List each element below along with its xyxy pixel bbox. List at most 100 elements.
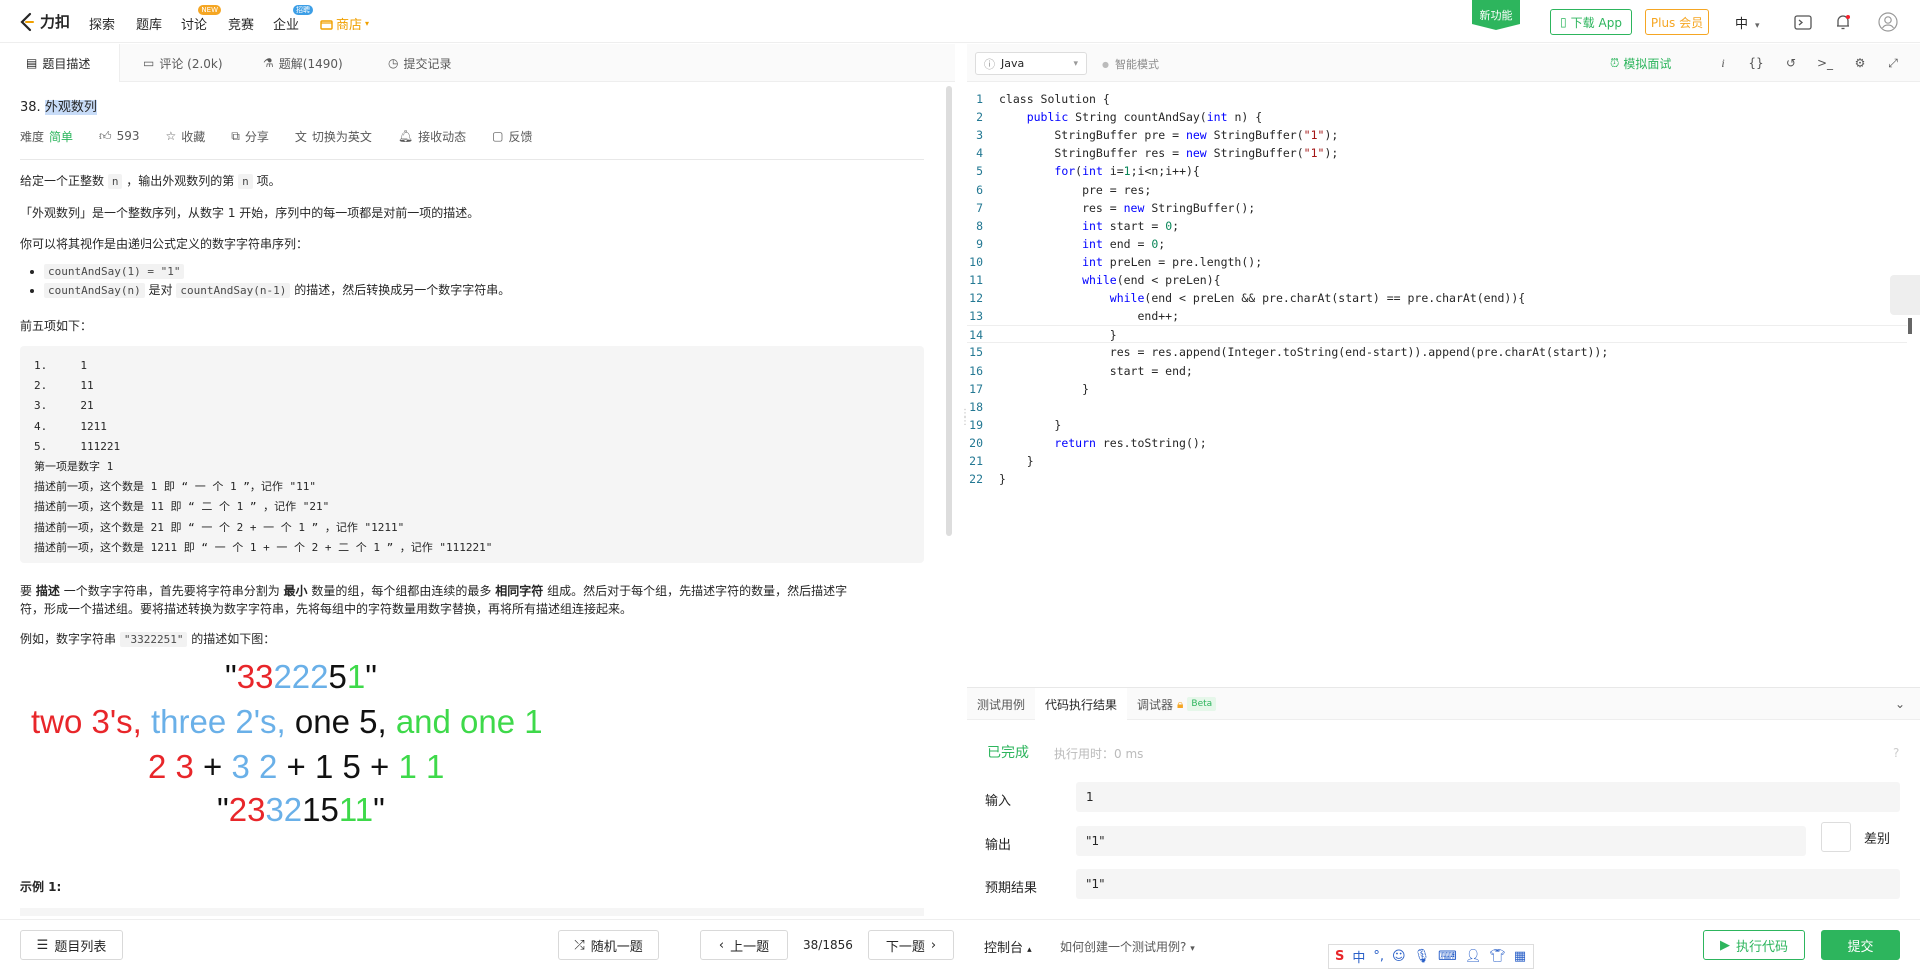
tab-description[interactable]: ▤ 题目描述 xyxy=(0,44,120,82)
nav-enterprise[interactable]: 企业 招聘 xyxy=(273,5,314,33)
code-line[interactable]: 12 while(end < preLen && pre.charAt(star… xyxy=(967,289,1907,307)
code-line[interactable]: 7 res = new StringBuffer(); xyxy=(967,199,1907,217)
collapse-chevron-icon[interactable]: ⌄ xyxy=(1895,688,1905,720)
random-problem-button[interactable]: ⤮ 随机一题 xyxy=(558,930,659,960)
info-icon: ⓘ xyxy=(984,57,995,71)
comment-icon: ▭ xyxy=(143,56,155,70)
diff-toggle[interactable] xyxy=(1821,822,1851,852)
code-line[interactable]: 13 end++; xyxy=(967,307,1907,325)
pre-line: 描述前一项，这个数是 11 即 “ 二 个 1 ” ，记作 "21" xyxy=(34,500,330,514)
code-line[interactable]: 6 pre = res; xyxy=(967,181,1907,199)
fullscreen-icon[interactable]: ⤢ xyxy=(1884,54,1902,72)
leetcode-logo[interactable]: 力扣 xyxy=(18,11,70,32)
code-line[interactable]: 8 int start = 0; xyxy=(967,217,1907,235)
tab-submissions[interactable]: ◷ 提交记录 xyxy=(388,44,452,82)
user-avatar-icon[interactable] xyxy=(1878,12,1898,32)
howto-testcase-link[interactable]: 如何创建一个测试用例? ▾ xyxy=(1060,938,1195,955)
code-line[interactable]: 16 start = end; xyxy=(967,362,1907,380)
feedback-button[interactable]: ▢ 反馈 xyxy=(492,128,532,145)
tab-solutions[interactable]: ⚗ 题解(1490) xyxy=(263,44,343,82)
code-line[interactable]: 22} xyxy=(967,470,1907,488)
code-line[interactable]: 19 } xyxy=(967,416,1907,434)
playground-icon[interactable] xyxy=(1793,12,1813,32)
code-line[interactable]: 20 return res.toString(); xyxy=(967,434,1907,452)
ime-toolbar[interactable]: S 中 °, ☺ 🎙︎ ⌨ 👤︎ 👕︎ ▦ xyxy=(1328,944,1534,969)
code-text: StringBuffer res = new StringBuffer("1")… xyxy=(999,146,1339,161)
problem-list-label: 题目列表 xyxy=(54,939,107,955)
code-line[interactable]: 11 while(end < preLen){ xyxy=(967,271,1907,289)
language-switch[interactable]: 中 ▾ xyxy=(1735,13,1760,32)
code-line[interactable]: 5 for(int i=1;i<n;i++){ xyxy=(967,162,1907,180)
braces-icon[interactable]: {} xyxy=(1747,54,1765,72)
nav-problemset[interactable]: 题库 xyxy=(136,14,162,33)
code-line[interactable]: 3 StringBuffer pre = new StringBuffer("1… xyxy=(967,126,1907,144)
chevron-up-icon: ▴ xyxy=(1027,945,1032,955)
tab-debugger[interactable]: 调试器 🔒︎ Beta xyxy=(1137,688,1217,720)
nav-store[interactable]: 商店 ▾ xyxy=(320,14,369,33)
problem-list-button[interactable]: ☰ 题目列表 xyxy=(20,930,123,960)
code-line[interactable]: 15 res = res.append(Integer.toString(end… xyxy=(967,343,1907,361)
favorite-button[interactable]: ☆ 收藏 xyxy=(165,128,205,145)
info-italic-icon[interactable]: i xyxy=(1714,54,1732,72)
tab-run-result[interactable]: 代码执行结果 xyxy=(1035,688,1128,720)
submit-button[interactable]: 提交 xyxy=(1821,930,1900,960)
example-1-block xyxy=(20,908,924,916)
reset-icon[interactable]: ↺ xyxy=(1782,54,1800,72)
console-toggle[interactable]: 控制台 ▴ xyxy=(984,937,1032,956)
code-line[interactable]: 4 StringBuffer res = new StringBuffer("1… xyxy=(967,144,1907,162)
code-editor[interactable]: 1 class Solution {2 public String countAn… xyxy=(967,84,1920,684)
side-panel-tab[interactable] xyxy=(1890,275,1920,315)
plus-member-button[interactable]: Plus 会员 xyxy=(1645,9,1709,35)
nav-explore[interactable]: 探索 xyxy=(89,14,115,33)
language-select[interactable]: ⓘ Java ▾ xyxy=(975,52,1087,75)
feedback-label: 反馈 xyxy=(508,129,533,144)
code-line[interactable]: 21 } xyxy=(967,452,1907,470)
left-panel-scrollbar[interactable] xyxy=(946,86,952,536)
switch-english-button[interactable]: 文 切换为英文 xyxy=(295,128,372,145)
subscribe-button[interactable]: 🔔︎ 接收动态 xyxy=(398,128,466,145)
nav-contest[interactable]: 竞赛 xyxy=(228,14,254,33)
terminal-icon[interactable]: >_ xyxy=(1816,54,1834,72)
code-text: res = new StringBuffer(); xyxy=(999,200,1256,215)
nav-enterprise-label: 企业 xyxy=(273,18,300,33)
settings-gear-icon[interactable]: ⚙ xyxy=(1851,54,1869,72)
like-button[interactable]: 👍︎ 593 xyxy=(99,129,139,144)
panel-splitter[interactable]: ⋮ ⋮ xyxy=(955,80,970,910)
code-text: start = end; xyxy=(999,363,1193,378)
tab-comments[interactable]: ▭ 评论 (2.0k) xyxy=(143,44,223,82)
store-icon xyxy=(320,19,333,30)
inline-code: n xyxy=(107,174,123,189)
inline-code: countAndSay(n) xyxy=(44,283,145,298)
line-number: 1 xyxy=(976,92,983,106)
code-line[interactable]: 18 xyxy=(967,398,1907,416)
next-problem-button[interactable]: 下一题 › xyxy=(868,930,954,960)
notification-bell-icon[interactable] xyxy=(1833,12,1853,32)
smart-mode-toggle[interactable]: ● 智能模式 xyxy=(1102,56,1159,72)
paragraph-5: 要 描述 一个数字字符串，首先要将字符串分割为 最小 数量的组，每个组都由连续的… xyxy=(20,582,924,618)
example-1-heading: 示例 1: xyxy=(20,880,62,894)
code-line[interactable]: 2 public String countAndSay(int n) { xyxy=(967,108,1907,126)
help-icon[interactable]: ? xyxy=(1893,746,1899,760)
code-text: StringBuffer pre = new StringBuffer("1")… xyxy=(999,128,1339,143)
code-line[interactable]: 1 class Solution { xyxy=(967,90,1907,108)
mock-interview-button[interactable]: ⏰︎ 模拟面试 xyxy=(1610,55,1671,72)
text: 给定一个正整数 xyxy=(20,174,105,188)
figure-text: two 3's, xyxy=(31,703,142,740)
code-line[interactable]: 14 } xyxy=(967,325,1907,344)
list-item: countAndSay(1) = "1" xyxy=(44,262,510,281)
tab-testcase[interactable]: 测试用例 xyxy=(977,688,1025,720)
prev-problem-button[interactable]: ‹ 上一题 xyxy=(700,930,788,960)
download-app-button[interactable]: ▯ 下载 App xyxy=(1550,9,1632,35)
nav-discuss[interactable]: 讨论 NEW xyxy=(181,5,222,33)
code-line[interactable]: 10 int preLen = pre.length(); xyxy=(967,253,1907,271)
new-feature-ribbon[interactable]: 新功能 xyxy=(1472,0,1520,30)
run-code-button[interactable]: ▶ 执行代码 xyxy=(1703,930,1805,960)
ime-chinese-icon: 中 xyxy=(1352,951,1366,966)
code-line[interactable]: 9 int end = 0; xyxy=(967,235,1907,253)
chevron-down-icon: ▾ xyxy=(1752,21,1760,31)
share-button[interactable]: ⧉ 分享 xyxy=(231,128,269,145)
problem-title-text: 外观数列 xyxy=(44,100,97,115)
code-line[interactable]: 17 } xyxy=(967,380,1907,398)
code-text: int end = 0; xyxy=(1082,236,1166,251)
editor-scrollbar-marker[interactable] xyxy=(1908,318,1912,334)
